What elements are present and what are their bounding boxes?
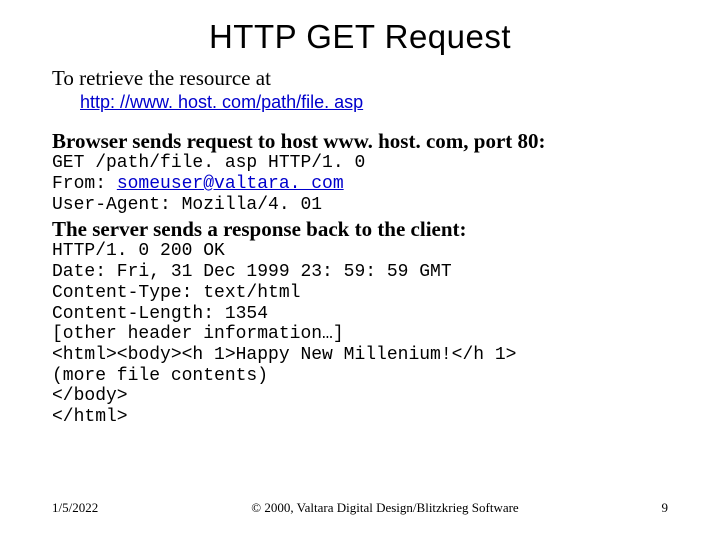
response-heading: The server sends a response back to the … xyxy=(52,217,668,241)
resource-url-link[interactable]: http: //www. host. com/path/file. asp xyxy=(80,92,363,113)
response-line-4: Content-Length: 1354 xyxy=(52,304,268,324)
request-from-label: From: xyxy=(52,174,117,194)
request-from-email-link[interactable]: someuser@valtara. com xyxy=(117,174,344,194)
response-line-6: <html><body><h 1>Happy New Millenium!</h… xyxy=(52,345,516,365)
request-line-1: GET /path/file. asp HTTP/1. 0 xyxy=(52,153,365,173)
response-block: HTTP/1. 0 200 OK Date: Fri, 31 Dec 1999 … xyxy=(52,241,668,427)
response-line-3: Content-Type: text/html xyxy=(52,283,300,303)
response-line-7: (more file contents) xyxy=(52,366,268,386)
request-user-agent: User-Agent: Mozilla/4. 01 xyxy=(52,195,322,215)
response-line-1: HTTP/1. 0 200 OK xyxy=(52,241,225,261)
response-line-2: Date: Fri, 31 Dec 1999 23: 59: 59 GMT xyxy=(52,262,452,282)
request-block: GET /path/file. asp HTTP/1. 0 From: some… xyxy=(52,153,668,215)
footer-page-number: 9 xyxy=(628,500,668,516)
response-line-5: [other header information…] xyxy=(52,324,344,344)
slide-title: HTTP GET Request xyxy=(52,18,668,56)
footer-date: 1/5/2022 xyxy=(52,500,142,516)
request-heading: Browser sends request to host www. host.… xyxy=(52,129,668,153)
response-line-8: </body> xyxy=(52,386,128,406)
slide-footer: 1/5/2022 © 2000, Valtara Digital Design/… xyxy=(52,500,668,516)
intro-text: To retrieve the resource at xyxy=(52,66,668,90)
footer-copyright: © 2000, Valtara Digital Design/Blitzkrie… xyxy=(142,500,628,516)
response-line-9: </html> xyxy=(52,407,128,427)
